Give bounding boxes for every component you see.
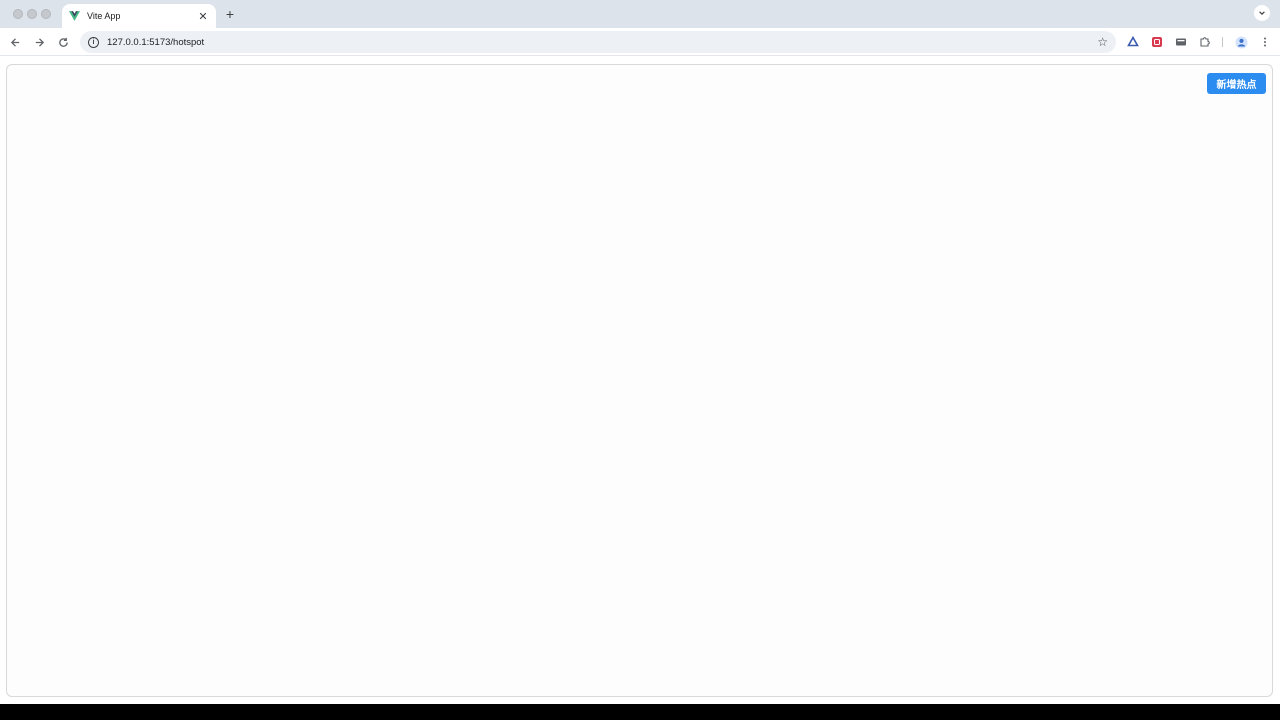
tab-strip: Vite App ✕ + — [0, 0, 1280, 28]
url-text[interactable]: 127.0.0.1:5173/hotspot — [107, 37, 1097, 48]
forward-button[interactable] — [31, 34, 47, 50]
close-window-button[interactable] — [13, 9, 23, 19]
minimize-window-button[interactable] — [27, 9, 37, 19]
tab-search-button[interactable] — [1254, 5, 1270, 21]
site-info-icon[interactable]: i — [88, 36, 99, 48]
chevron-down-icon — [1259, 11, 1265, 16]
extension-red-icon[interactable] — [1149, 34, 1165, 50]
tab-close-icon[interactable]: ✕ — [196, 9, 210, 23]
new-tab-button[interactable]: + — [222, 6, 238, 22]
reload-icon — [58, 37, 68, 47]
profile-avatar-icon[interactable] — [1233, 34, 1249, 50]
browser-menu-icon[interactable] — [1257, 34, 1273, 50]
back-button[interactable] — [7, 34, 23, 50]
browser-window: Vite App ✕ + i 127.0.0.1:5173/hotspot ☆ — [0, 0, 1280, 704]
address-bar[interactable]: i 127.0.0.1:5173/hotspot ☆ — [80, 31, 1116, 53]
browser-toolbar: i 127.0.0.1:5173/hotspot ☆ — [0, 28, 1280, 56]
forward-arrow-icon — [35, 37, 44, 47]
extension-drive-icon[interactable] — [1125, 34, 1141, 50]
extension-card-icon[interactable] — [1173, 34, 1189, 50]
hotspot-canvas[interactable]: 新增热点 — [6, 64, 1273, 697]
maximize-window-button[interactable] — [41, 9, 51, 19]
extensions-puzzle-icon[interactable] — [1197, 34, 1213, 50]
page-content: 新增热点 — [0, 57, 1280, 704]
toolbar-divider — [1222, 37, 1223, 47]
back-arrow-icon — [10, 37, 19, 47]
bookmark-star-icon[interactable]: ☆ — [1097, 35, 1108, 49]
vue-logo-icon — [68, 10, 80, 22]
add-hotspot-button[interactable]: 新增热点 — [1207, 73, 1266, 94]
reload-button[interactable] — [55, 34, 71, 50]
tab-vite-app[interactable]: Vite App ✕ — [62, 4, 216, 28]
tab-title: Vite App — [87, 11, 121, 21]
